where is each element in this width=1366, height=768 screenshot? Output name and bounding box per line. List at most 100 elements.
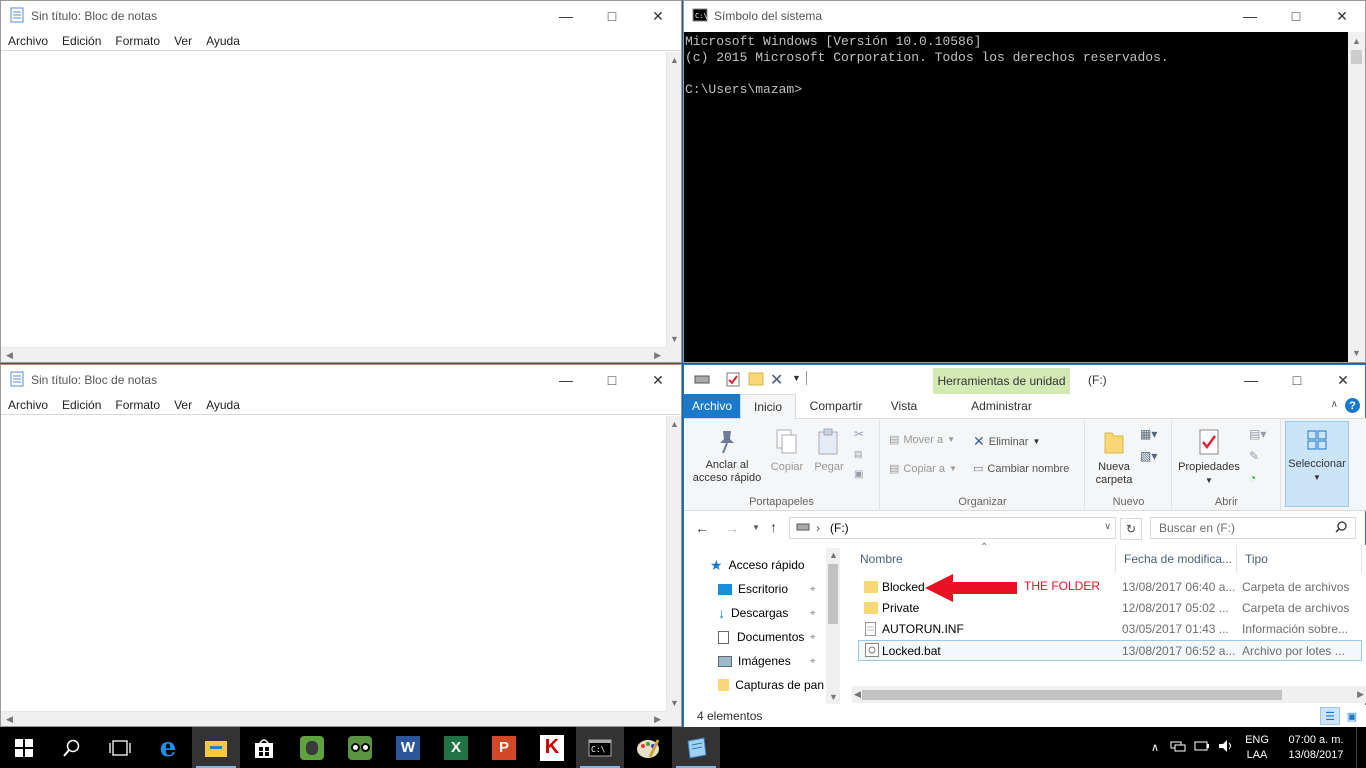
maximize-icon[interactable]: □: [589, 365, 635, 395]
vertical-scrollbar[interactable]: ▲ ▼: [826, 548, 840, 704]
close-icon[interactable]: ✕: [635, 1, 681, 31]
menu-formato[interactable]: Formato: [108, 34, 167, 48]
chevron-up-icon[interactable]: ▲: [829, 550, 838, 560]
new-folder-quick-icon[interactable]: [748, 372, 764, 389]
large-icons-view-icon[interactable]: ▣: [1342, 707, 1362, 725]
minimize-icon[interactable]: —: [1227, 1, 1273, 31]
pin-quick-access-button[interactable]: Anclar al acceso rápido: [690, 427, 764, 485]
taskbar-cmd[interactable]: C:\: [576, 727, 624, 768]
text-editor-area[interactable]: [1, 52, 666, 347]
console-output[interactable]: Microsoft Windows [Versión 10.0.10586] (c…: [684, 32, 1348, 362]
chevron-up-icon[interactable]: ∧: [1144, 741, 1166, 754]
taskbar-evernote[interactable]: [288, 727, 336, 768]
taskbar-excel[interactable]: X: [432, 727, 480, 768]
menu-archivo[interactable]: Archivo: [1, 398, 55, 412]
chevron-right-icon[interactable]: ▶: [654, 714, 661, 725]
address-bar[interactable]: › (F:) ∨: [789, 517, 1116, 539]
pin-icon[interactable]: ⌖: [810, 632, 816, 643]
menu-ver[interactable]: Ver: [167, 34, 199, 48]
details-view-icon[interactable]: ☰: [1320, 707, 1340, 725]
horizontal-scrollbar[interactable]: ◀ ▶: [852, 686, 1366, 703]
copy-button[interactable]: Copiar: [768, 427, 806, 474]
chevron-up-icon[interactable]: ▲: [670, 55, 679, 65]
chevron-up-icon[interactable]: ▲: [670, 419, 679, 429]
menu-edicion[interactable]: Edición: [55, 398, 108, 412]
forward-arrow-icon[interactable]: →: [725, 520, 739, 536]
taskbar-file-explorer[interactable]: [192, 727, 240, 768]
maximize-icon[interactable]: □: [589, 1, 635, 31]
chevron-down-icon[interactable]: ▼: [829, 692, 838, 702]
close-icon[interactable]: ✕: [1319, 1, 1365, 31]
minimize-icon[interactable]: —: [1228, 365, 1274, 395]
column-header-name[interactable]: Nombre: [852, 545, 1116, 573]
close-icon[interactable]: ✕: [635, 365, 681, 395]
table-row-selected[interactable]: Locked.bat 13/08/2017 06:52 a... Archivo…: [858, 640, 1362, 661]
text-editor-area[interactable]: [1, 416, 666, 711]
taskbar-store[interactable]: [240, 727, 288, 768]
properties-button[interactable]: Propiedades ▼: [1175, 427, 1243, 487]
paste-button[interactable]: Pegar: [810, 427, 848, 474]
language-indicator[interactable]: ENG LAA: [1238, 733, 1276, 763]
scroll-thumb[interactable]: [862, 690, 1282, 700]
scroll-thumb[interactable]: [828, 564, 838, 624]
task-view-button[interactable]: [96, 727, 144, 768]
tab-inicio[interactable]: Inicio: [740, 394, 796, 419]
properties-quick-icon[interactable]: [726, 372, 740, 390]
tab-compartir[interactable]: Compartir: [802, 394, 870, 418]
battery-icon[interactable]: [1190, 740, 1214, 755]
maximize-icon[interactable]: □: [1273, 1, 1319, 31]
refresh-icon[interactable]: ↻: [1120, 518, 1142, 540]
network-icon[interactable]: [1166, 740, 1190, 755]
tab-vista[interactable]: Vista: [880, 394, 928, 418]
copy-to-button[interactable]: ▤ Copiar a ▼: [889, 462, 957, 476]
taskbar-word[interactable]: W: [384, 727, 432, 768]
history-icon[interactable]: ◔: [1249, 471, 1256, 485]
paste-shortcut-icon[interactable]: ▣: [854, 469, 863, 480]
menu-edicion[interactable]: Edición: [55, 34, 108, 48]
chevron-right-icon[interactable]: ▶: [1357, 689, 1364, 700]
recent-locations-icon[interactable]: ▼: [752, 523, 760, 532]
search-button[interactable]: [48, 727, 96, 768]
copy-path-icon[interactable]: ▤: [854, 449, 863, 460]
new-folder-button[interactable]: Nueva carpeta: [1090, 427, 1138, 487]
start-button[interactable]: [0, 727, 48, 768]
open-icon[interactable]: ▤▾: [1249, 427, 1266, 441]
search-input[interactable]: Buscar en (F:): [1150, 517, 1356, 539]
chevron-down-icon[interactable]: ▼: [670, 334, 679, 344]
breadcrumb[interactable]: (F:): [830, 521, 849, 535]
horizontal-scrollbar[interactable]: ◀ ▶: [1, 347, 666, 362]
select-button[interactable]: Seleccionar ▼: [1285, 421, 1349, 507]
taskbar-edge[interactable]: e: [144, 727, 192, 768]
search-icon[interactable]: [1335, 521, 1347, 536]
pin-icon[interactable]: ⌖: [810, 584, 816, 595]
horizontal-scrollbar[interactable]: ◀ ▶: [1, 711, 666, 726]
pin-icon[interactable]: ⌖: [810, 656, 816, 667]
pin-icon[interactable]: ⌖: [810, 608, 816, 619]
clock[interactable]: 07:00 a. m. 13/08/2017: [1276, 733, 1356, 763]
cut-icon[interactable]: ✂: [854, 427, 864, 441]
edit-icon[interactable]: ✎: [1249, 449, 1259, 463]
taskbar-powerpoint[interactable]: P: [480, 727, 528, 768]
scroll-thumb[interactable]: [1351, 50, 1362, 64]
column-header-type[interactable]: Tipo: [1237, 545, 1362, 573]
tab-administrar[interactable]: Administrar: [933, 394, 1070, 418]
menu-ayuda[interactable]: Ayuda: [199, 398, 247, 412]
volume-icon[interactable]: [1214, 739, 1238, 756]
close-icon[interactable]: ✕: [1320, 365, 1366, 395]
menu-ayuda[interactable]: Ayuda: [199, 34, 247, 48]
collapse-ribbon-icon[interactable]: ∧: [1331, 399, 1338, 410]
taskbar-tripadvisor[interactable]: [336, 727, 384, 768]
explorer-title-bar[interactable]: ✕ ▼ Herramientas de unidad (F:) — □ ✕: [684, 365, 1366, 395]
new-item-icon[interactable]: ▦▾: [1140, 427, 1157, 441]
chevron-left-icon[interactable]: ◀: [854, 689, 861, 700]
show-desktop-button[interactable]: [1356, 727, 1366, 768]
chevron-down-icon[interactable]: ▼: [1352, 348, 1361, 358]
delete-button[interactable]: ✕ Eliminar ▼: [973, 433, 1040, 450]
nav-item-capturas[interactable]: Capturas de pan: [718, 673, 824, 697]
column-header-date[interactable]: Fecha de modifica...: [1116, 545, 1237, 573]
menu-formato[interactable]: Formato: [108, 398, 167, 412]
delete-quick-icon[interactable]: ✕: [770, 370, 783, 390]
up-arrow-icon[interactable]: ↑: [770, 519, 777, 535]
cmd-window[interactable]: C:\ Símbolo del sistema — □ ✕ Microsoft …: [683, 0, 1366, 363]
chevron-down-icon[interactable]: ∨: [1104, 521, 1111, 532]
